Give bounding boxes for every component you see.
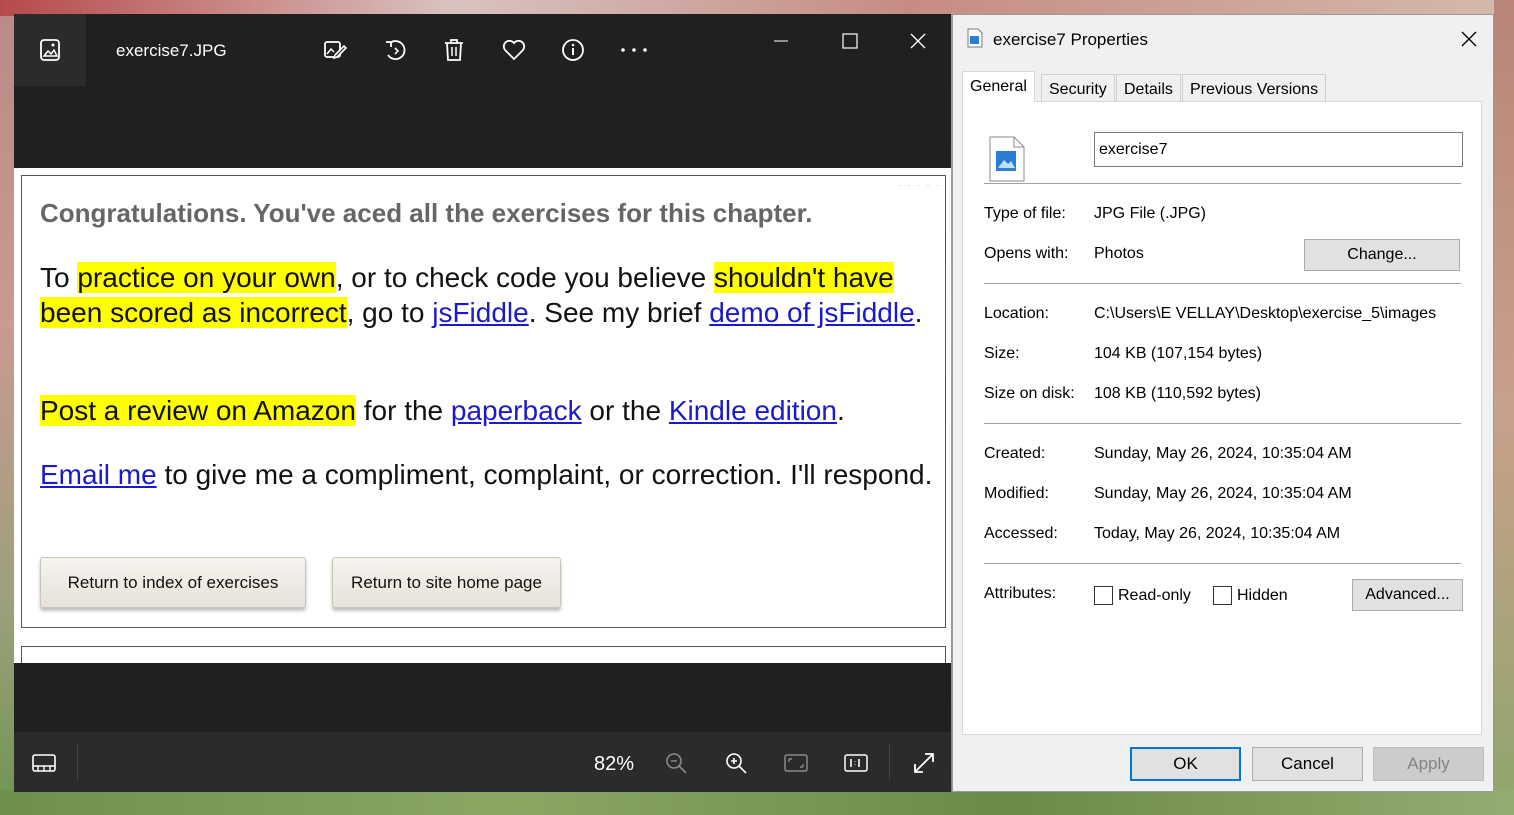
advanced-button[interactable]: Advanced... xyxy=(1352,579,1463,611)
favorite-icon[interactable] xyxy=(498,34,530,66)
kindle-edition-link: Kindle edition xyxy=(668,395,837,426)
return-home-button: Return to site home page xyxy=(332,557,561,608)
opens-with-value: Photos xyxy=(1094,245,1144,262)
next-image-edge xyxy=(21,646,946,663)
full-screen-icon[interactable] xyxy=(908,747,940,779)
tab-security[interactable]: Security xyxy=(1041,74,1115,101)
paragraph-text: to give me a compliment, complaint, or c… xyxy=(156,459,933,490)
accessed-label: Accessed: xyxy=(984,525,1058,542)
size-on-disk-label: Size on disk: xyxy=(984,385,1075,402)
modified-label: Modified: xyxy=(984,485,1049,502)
general-panel: Type of file: JPG File (.JPG) Opens with… xyxy=(962,101,1482,735)
displayed-image: · · · · · Congratulations. You've aced a… xyxy=(21,175,946,628)
rotate-icon[interactable] xyxy=(379,34,411,66)
created-value: Sunday, May 26, 2024, 10:35:04 AM xyxy=(1094,445,1352,462)
highlighted-text: Post a review on Amazon xyxy=(40,395,356,426)
tab-details[interactable]: Details xyxy=(1116,74,1181,101)
location-label: Location: xyxy=(984,305,1049,322)
email-paragraph: Email me to give me a compliment, compla… xyxy=(40,457,935,492)
photos-bottom-bar: 82% xyxy=(14,732,951,792)
fit-to-window-icon[interactable] xyxy=(780,747,812,779)
jsfiddle-demo-link: demo of jsFiddle xyxy=(709,297,915,328)
attributes-label: Attributes: xyxy=(984,585,1057,602)
modified-value: Sunday, May 26, 2024, 10:35:04 AM xyxy=(1094,485,1352,502)
desktop-background-right xyxy=(1494,0,1514,815)
size-value: 104 KB (107,154 bytes) xyxy=(1094,345,1263,362)
divider xyxy=(77,744,78,780)
photos-window: exercise7.JPG · · · · · Congratulations.… xyxy=(14,14,951,792)
hidden-checkbox[interactable] xyxy=(1213,586,1232,605)
size-on-disk-value: 108 KB (110,592 bytes) xyxy=(1094,385,1261,402)
location-value: C:\Users\E VELLAY\Desktop\exercise_5\ima… xyxy=(1094,305,1437,322)
highlighted-text: practice on your own xyxy=(77,262,336,293)
desktop-background-bottom xyxy=(0,790,1514,815)
hidden-label: Hidden xyxy=(1237,587,1288,604)
paragraph-text: . xyxy=(836,395,845,426)
paragraph-text: . See my brief xyxy=(528,297,710,328)
large-image-file-icon xyxy=(989,136,1025,187)
zoom-in-icon[interactable] xyxy=(720,747,752,779)
paperback-link: paperback xyxy=(450,395,582,426)
minimize-icon[interactable] xyxy=(758,26,804,56)
tab-previous-versions[interactable]: Previous Versions xyxy=(1182,74,1327,101)
divider xyxy=(984,423,1461,424)
image-file-icon xyxy=(967,28,983,53)
read-only-label: Read-only xyxy=(1118,587,1191,604)
paragraph-text: To xyxy=(40,262,78,293)
paragraph-text: . xyxy=(914,297,923,328)
divider xyxy=(984,183,1461,184)
edit-image-icon[interactable] xyxy=(319,34,351,66)
practice-paragraph: To practice on your own, or to check cod… xyxy=(40,260,935,330)
divider xyxy=(984,563,1461,564)
resize-dots: · · · · · xyxy=(898,180,941,190)
read-only-checkbox[interactable] xyxy=(1094,586,1113,605)
photos-app-icon[interactable] xyxy=(14,14,86,86)
paragraph-text: or the xyxy=(581,395,669,426)
created-label: Created: xyxy=(984,445,1046,462)
tab-general[interactable]: General xyxy=(962,71,1035,102)
gallery-icon xyxy=(40,39,60,61)
return-index-button: Return to index of exercises xyxy=(40,557,306,608)
actual-size-icon[interactable] xyxy=(840,747,872,779)
maximize-icon[interactable] xyxy=(827,26,873,56)
review-paragraph: Post a review on Amazon for the paperbac… xyxy=(40,393,935,428)
close-icon[interactable] xyxy=(895,26,941,56)
info-icon[interactable] xyxy=(557,34,589,66)
type-label: Type of file: xyxy=(984,205,1066,222)
filmstrip-icon[interactable] xyxy=(28,747,60,779)
paragraph-text: , go to xyxy=(346,297,433,328)
congrats-heading: Congratulations. You've aced all the exe… xyxy=(40,198,813,228)
file-name-field[interactable] xyxy=(1094,132,1463,167)
delete-icon[interactable] xyxy=(438,34,470,66)
ok-button[interactable]: OK xyxy=(1130,747,1241,781)
more-icon[interactable] xyxy=(618,34,650,66)
cancel-button[interactable]: Cancel xyxy=(1252,747,1363,781)
dialog-close-icon[interactable] xyxy=(1453,25,1485,53)
paragraph-text: for the xyxy=(355,395,451,426)
divider xyxy=(984,283,1461,284)
image-viewport[interactable]: · · · · · Congratulations. You've aced a… xyxy=(14,168,951,663)
apply-button[interactable]: Apply xyxy=(1373,747,1484,781)
type-value: JPG File (.JPG) xyxy=(1094,205,1207,222)
paragraph-text: , or to check code you believe xyxy=(335,262,714,293)
email-me-link: Email me xyxy=(40,459,157,490)
divider xyxy=(889,744,890,780)
accessed-value: Today, May 26, 2024, 10:35:04 AM xyxy=(1094,525,1341,542)
photos-file-title: exercise7.JPG xyxy=(116,41,227,60)
properties-dialog: exercise7 Properties General Security De… xyxy=(952,14,1494,792)
jsfiddle-link: jsFiddle xyxy=(432,297,529,328)
photos-titlebar: exercise7.JPG xyxy=(14,14,951,86)
zoom-out-icon[interactable] xyxy=(660,747,692,779)
dialog-title: exercise7 Properties xyxy=(993,30,1148,49)
zoom-level: 82% xyxy=(594,753,635,775)
size-label: Size: xyxy=(984,345,1020,362)
opens-with-label: Opens with: xyxy=(984,245,1069,262)
change-button[interactable]: Change... xyxy=(1304,239,1460,271)
